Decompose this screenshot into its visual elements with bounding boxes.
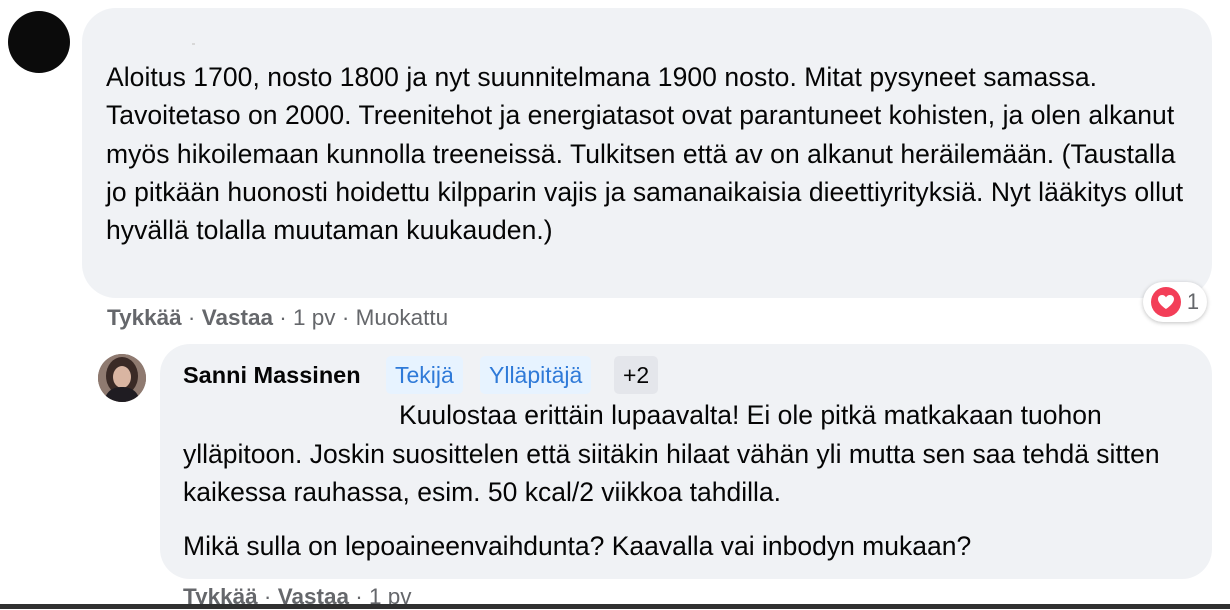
separator: · — [279, 305, 287, 330]
reaction-summary[interactable]: 1 — [1143, 282, 1207, 322]
author-badge[interactable]: Tekijä — [386, 356, 463, 394]
commenter-avatar[interactable] — [8, 11, 70, 73]
heart-icon — [1150, 287, 1181, 317]
divider — [0, 604, 1230, 609]
admin-badge[interactable]: Ylläpitäjä — [480, 356, 592, 394]
hidden-name-mark — [192, 43, 195, 45]
reply-paragraph-2: Mikä sulla on lepoaineenvaihdunta? Kaava… — [183, 531, 972, 561]
reply-author-name[interactable]: Sanni Massinen — [183, 362, 361, 389]
reply-text: Kuulostaa erittäin lupaavalta! Ei ole pi… — [183, 396, 1193, 512]
separator: · — [341, 305, 350, 330]
like-button[interactable]: Tykkää — [107, 305, 182, 330]
reply-author-avatar[interactable] — [98, 354, 146, 402]
more-badges[interactable]: +2 — [614, 356, 659, 394]
comment-actions: Tykkää · Vastaa · 1 pv · Muokattu — [107, 305, 448, 331]
reaction-count: 1 — [1186, 289, 1200, 314]
edited-label[interactable]: Muokattu — [356, 305, 449, 330]
comment-text: Aloitus 1700, nosto 1800 ja nyt suunnite… — [106, 62, 1184, 246]
reply-button[interactable]: Vastaa — [202, 305, 273, 330]
timestamp[interactable]: 1 pv — [293, 305, 336, 330]
reply-paragraph-1: Kuulostaa erittäin lupaavalta! Ei ole pi… — [183, 400, 1160, 508]
separator: · — [187, 305, 196, 330]
